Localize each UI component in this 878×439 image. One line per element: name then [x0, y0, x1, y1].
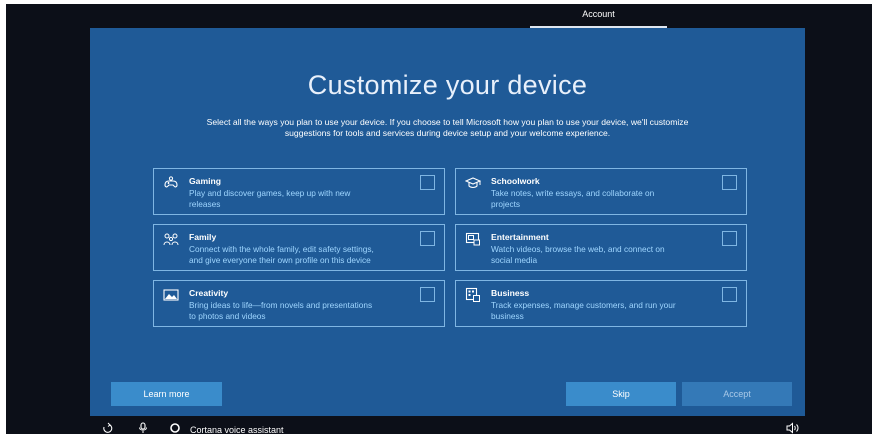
option-desc-line-1: Track expenses, manage customers, and ru…	[491, 300, 676, 310]
option-title: Gaming	[189, 176, 221, 186]
page-subtitle: Select all the ways you plan to use your…	[150, 117, 745, 139]
option-card-schoolwork[interactable]: Schoolwork Take notes, write essays, and…	[455, 168, 747, 215]
option-description: Bring ideas to life—from novels and pres…	[189, 300, 419, 322]
skip-button[interactable]: Skip	[566, 382, 676, 406]
option-title: Family	[189, 232, 217, 242]
option-description: Watch videos, browse the web, and connec…	[491, 244, 721, 266]
option-card-family[interactable]: Family Connect with the whole family, ed…	[153, 224, 445, 271]
accept-button[interactable]: Accept	[682, 382, 792, 406]
schoolwork-checkbox[interactable]	[722, 175, 737, 190]
graduation-cap-icon	[465, 177, 481, 189]
gaming-checkbox[interactable]	[420, 175, 435, 190]
subtitle-line-1: Select all the ways you plan to use your…	[206, 117, 689, 127]
option-desc-line-1: Watch videos, browse the web, and connec…	[491, 244, 665, 254]
tab-account: Account	[530, 4, 667, 28]
option-title: Entertainment	[491, 232, 549, 242]
option-card-creativity[interactable]: Creativity Bring ideas to life—from nove…	[153, 280, 445, 327]
option-card-gaming[interactable]: Gaming Play and discover games, keep up …	[153, 168, 445, 215]
image-icon	[163, 289, 179, 301]
option-desc-line-1: Play and discover games, keep up with ne…	[189, 188, 351, 198]
option-desc-line-1: Bring ideas to life—from novels and pres…	[189, 300, 373, 310]
option-description: Track expenses, manage customers, and ru…	[491, 300, 721, 322]
learn-more-button[interactable]: Learn more	[111, 382, 222, 406]
option-desc-line-2: business	[491, 311, 524, 321]
option-title: Creativity	[189, 288, 229, 298]
page-title: Customize your device	[307, 70, 588, 100]
family-checkbox[interactable]	[420, 231, 435, 246]
option-description: Connect with the whole family, edit safe…	[189, 244, 419, 266]
customize-panel: Customize your device Select all the way…	[90, 28, 805, 416]
option-desc-line-2: and give everyone their own profile on t…	[189, 255, 371, 265]
option-card-business[interactable]: Business Track expenses, manage customer…	[455, 280, 747, 327]
gaming-icon	[164, 176, 178, 188]
option-desc-line-1: Connect with the whole family, edit safe…	[189, 244, 374, 254]
option-desc-line-2: social media	[491, 255, 538, 265]
option-desc-line-2: to photos and videos	[189, 311, 266, 321]
tab-account-label: Account	[582, 9, 615, 19]
creativity-checkbox[interactable]	[420, 287, 435, 302]
option-title: Business	[491, 288, 530, 298]
option-desc-line-1: Take notes, write essays, and collaborat…	[491, 188, 655, 198]
option-desc-line-2: projects	[491, 199, 521, 209]
option-card-entertainment[interactable]: Entertainment Watch videos, browse the w…	[455, 224, 747, 271]
entertainment-icon	[465, 232, 480, 246]
oobe-screen: Account Customize your device Select all…	[6, 4, 872, 435]
option-description: Play and discover games, keep up with ne…	[189, 188, 419, 210]
option-desc-line-2: releases	[189, 199, 221, 209]
family-icon	[163, 233, 179, 246]
option-description: Take notes, write essays, and collaborat…	[491, 188, 721, 210]
business-icon	[465, 287, 480, 302]
business-checkbox[interactable]	[722, 287, 737, 302]
subtitle-line-2: suggestions for tools and services durin…	[284, 128, 611, 138]
entertainment-checkbox[interactable]	[722, 231, 737, 246]
option-title: Schoolwork	[491, 176, 540, 186]
